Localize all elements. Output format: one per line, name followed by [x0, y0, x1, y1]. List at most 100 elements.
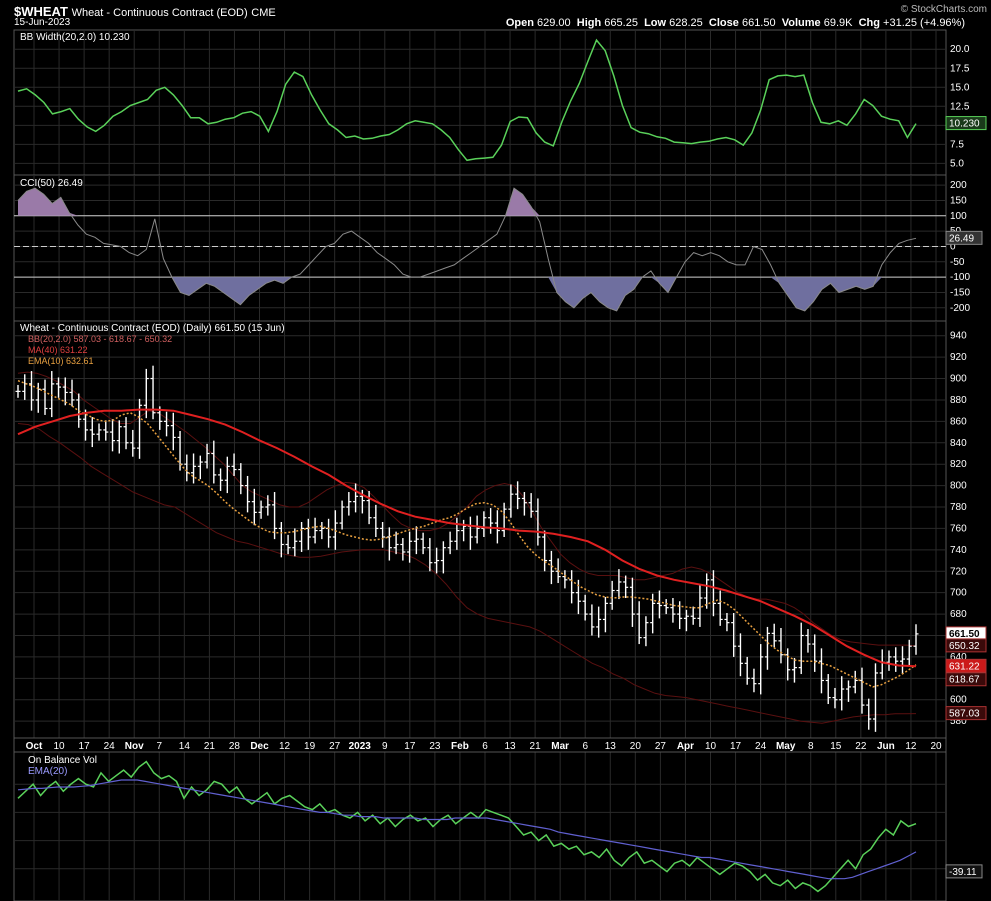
x-tick-label: 20: [630, 741, 642, 752]
last-value-label: 587.03: [949, 709, 980, 720]
last-value-label: 10.230: [949, 119, 980, 130]
x-tick-label: 9: [382, 741, 388, 752]
volume-label: Volume: [781, 17, 821, 29]
y-tick-label: 7.5: [950, 139, 964, 150]
y-tick-label: 880: [950, 395, 967, 406]
y-tick-label: 860: [950, 416, 967, 427]
y-tick-label: 150: [950, 195, 967, 206]
grid-lines: [13, 29, 947, 901]
x-tick-label: 7: [156, 741, 162, 752]
x-tick-label: 6: [582, 741, 588, 752]
y-tick-label: 12.5: [950, 101, 970, 112]
y-tick-label: 5.0: [950, 158, 964, 169]
x-tick-label: 14: [179, 741, 191, 752]
panel-frame: [13, 320, 947, 739]
x-tick-label: 12: [905, 741, 917, 752]
y-tick-label: 720: [950, 566, 967, 577]
y-tick-label: 680: [950, 609, 967, 620]
exchange: CME: [251, 7, 276, 19]
x-tick-label: Jun: [877, 741, 895, 752]
y-tick-label: -50: [950, 257, 965, 268]
y-tick-label: 100: [950, 211, 967, 222]
x-tick-label: 20: [930, 741, 942, 752]
y-tick-label: 840: [950, 438, 967, 449]
y-tick-label: 800: [950, 481, 967, 492]
panel-frame: [13, 751, 947, 901]
x-tick-label: 21: [204, 741, 216, 752]
x-axis: Oct 10 17 24 Nov 7 14 21 28 Dec 12 19 27 2023 9 17 23 Feb…: [13, 737, 947, 753]
y-tick-label: 700: [950, 588, 967, 599]
y-tick-label: 760: [950, 523, 967, 534]
legend-bb-width: BB Width(20,2.0) 10.230: [20, 32, 130, 43]
x-tick-label: 21: [530, 741, 542, 752]
legend-obv-ema: EMA(20): [28, 766, 67, 777]
last-value-label: 26.49: [949, 233, 974, 244]
x-tick-label: Nov: [125, 741, 144, 752]
y-tick-label: 17.5: [950, 63, 970, 74]
ma-line: [17, 408, 917, 668]
last-value-label: 661.50: [949, 629, 980, 640]
legend-obv: On Balance Vol: [28, 755, 97, 766]
x-tick-label: May: [776, 741, 796, 752]
x-tick-label: Oct: [26, 741, 43, 752]
legend-cci: CCI(50) 26.49: [20, 178, 83, 189]
x-tick-label: 13: [504, 741, 516, 752]
chg-value: +31.25 (+4.96%): [883, 17, 965, 29]
legend-ema: EMA(10) 632.61: [28, 356, 94, 366]
chart-date: 15-Jun-2023: [14, 17, 71, 28]
y-tick-label: 20.0: [950, 44, 970, 55]
y-tick-label: 900: [950, 374, 967, 385]
x-tick-label: 6: [482, 741, 488, 752]
y-tick-label: -200: [950, 303, 970, 314]
low-label: Low: [644, 17, 667, 29]
cci-fill-overbought: [18, 188, 916, 216]
legend-ma: MA(40) 631.22: [28, 345, 88, 355]
x-tick-label: 28: [229, 741, 241, 752]
x-tick-label: 12: [279, 741, 291, 752]
high-label: High: [576, 17, 602, 29]
x-axis-band: [13, 737, 947, 753]
cci-fill-oversold: [18, 277, 916, 311]
last-value-label: 631.22: [949, 661, 980, 672]
brand-logo: © StockCharts.com: [900, 4, 987, 15]
y-tick-label: 780: [950, 502, 967, 513]
x-tick-label: 15: [830, 741, 842, 752]
y-tick-label: 15.0: [950, 82, 970, 93]
bb-width-line: [17, 38, 917, 162]
high-value: 665.25: [604, 17, 638, 29]
x-tick-label: 10: [53, 741, 65, 752]
x-tick-label: 24: [104, 741, 116, 752]
last-value-label: -39.11: [949, 867, 977, 878]
y-tick-label: 740: [950, 545, 967, 556]
x-tick-label: 17: [79, 741, 91, 752]
x-tick-label: 2023: [349, 741, 372, 752]
y-tick-label: -100: [950, 272, 970, 283]
y-tick-label: 920: [950, 352, 967, 363]
x-tick-label: 8: [808, 741, 814, 752]
legend-bb: BB(20,2.0) 587.03 - 618.67 - 650.32: [28, 334, 172, 344]
instrument-name: Wheat - Continuous Contract (EOD): [71, 7, 248, 19]
panel-frame: [13, 29, 947, 176]
y-tick-label: 940: [950, 331, 967, 342]
x-tick-label: 19: [304, 741, 316, 752]
price-panel: 940 920 900 880 860 840 820 800 780 760 740 720 700 6…: [14, 323, 987, 732]
x-tick-label: Dec: [250, 741, 269, 752]
x-tick-label: 27: [655, 741, 667, 752]
volume-value: 69.9K: [823, 17, 853, 29]
y-tick-label: -150: [950, 287, 970, 298]
close-value: 661.50: [741, 17, 776, 29]
low-value: 628.25: [669, 17, 703, 29]
y-tick-label: 200: [950, 180, 967, 191]
last-value-label: 650.32: [949, 641, 980, 652]
chg-label: Chg: [858, 17, 880, 29]
x-tick-label: Feb: [451, 741, 469, 752]
last-value-label: 618.67: [949, 675, 980, 686]
x-tick-label: 10: [705, 741, 717, 752]
x-tick-label: 17: [404, 741, 416, 752]
open-value: 629.00: [537, 17, 571, 29]
chart-canvas: 20.017.515.012.510.07.55.0BB Width(20,2.…: [13, 29, 987, 901]
x-tick-label: 17: [730, 741, 742, 752]
x-tick-label: 27: [329, 741, 341, 752]
obv-line: [17, 760, 917, 893]
bb-width-panel: 20.017.515.012.510.07.55.0BB Width(20,2.…: [14, 32, 987, 169]
